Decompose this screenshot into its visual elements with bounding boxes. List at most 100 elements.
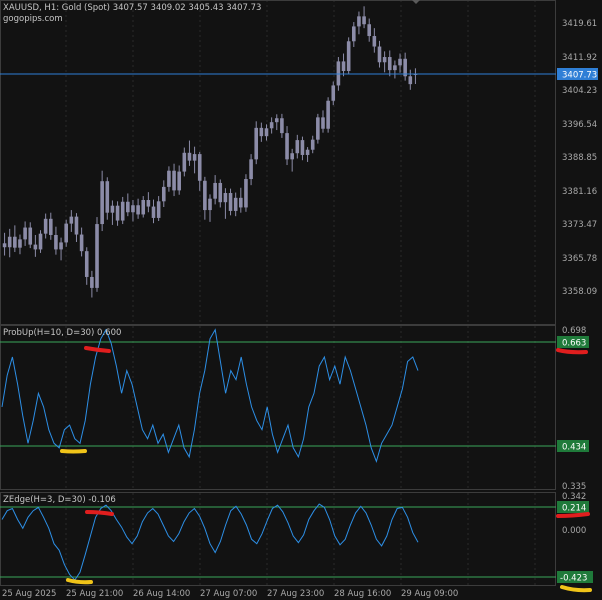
time-tick: 29 Aug 09:00 [401, 589, 458, 599]
candle-body [352, 26, 356, 42]
candle-body [172, 170, 176, 191]
current-price-tag-text: 3407.73 [562, 71, 597, 81]
candle-body [259, 127, 264, 137]
price-axis[interactable]: 3419.61 3411.92 3404.23 3396.54 3388.85 … [557, 19, 598, 297]
zedge-lower-level-tag-text: -0.423 [560, 574, 587, 584]
candle-body [377, 46, 382, 63]
candle-body [218, 182, 223, 203]
candle-body [300, 140, 305, 155]
candle[interactable] [316, 113, 320, 144]
candle-body [357, 16, 361, 27]
time-tick: 27 Aug 23:00 [267, 589, 324, 599]
trading-chart-window[interactable]: XAUUSD, H1: Gold (Spot) 3407.57 3409.02 … [0, 0, 602, 600]
candle-body [64, 223, 68, 243]
candle-body [382, 57, 387, 63]
candle-body [331, 85, 336, 101]
candle-body [254, 127, 259, 160]
candle[interactable] [244, 174, 248, 212]
candle-body [197, 154, 202, 181]
candle-body [120, 201, 125, 221]
time-tick: 25 Aug 21:00 [66, 589, 123, 599]
candle-body [2, 243, 7, 248]
candle-body [233, 197, 238, 211]
candle-body [228, 193, 233, 211]
time-tick: 28 Aug 16:00 [334, 589, 391, 599]
candle-body [316, 117, 320, 140]
price-tick: 3388.85 [562, 153, 597, 163]
candle-body [223, 193, 228, 203]
candle-body [408, 76, 413, 85]
zedge-y-mid: 0.000 [562, 526, 586, 536]
zedge-y-top: 0.342 [562, 492, 586, 502]
price-tick: 3381.16 [562, 187, 597, 197]
candle-body [290, 153, 294, 160]
candle-body [362, 16, 366, 25]
red-annotation-mark [556, 348, 588, 355]
candle-body [167, 170, 171, 187]
candle-body [48, 218, 53, 235]
candle-body [208, 198, 212, 211]
candle[interactable] [326, 97, 330, 133]
candle-body [126, 201, 130, 213]
candle-body [285, 133, 289, 160]
candle-body [28, 227, 33, 245]
candle-body [249, 159, 253, 180]
chart-background [0, 0, 602, 600]
candle-body [18, 239, 22, 248]
price-tick: 3419.61 [562, 19, 597, 29]
price-tick: 3411.92 [562, 53, 597, 63]
candle-body [177, 171, 181, 191]
candle-body [95, 224, 99, 288]
red-annotation-mark [556, 512, 590, 518]
yellow-annotation-mark [60, 449, 87, 454]
candle-body [187, 152, 192, 161]
candle-body [192, 154, 197, 161]
symbol-header: XAUUSD, H1: Gold (Spot) 3407.57 3409.02 … [3, 3, 261, 13]
candle-body [131, 205, 135, 213]
time-tick: 26 Aug 14:00 [133, 589, 190, 599]
candle-body [79, 234, 84, 252]
candle-body [398, 58, 402, 66]
candle-body [13, 236, 17, 248]
candle-body [115, 205, 120, 221]
price-tick: 3365.78 [562, 254, 597, 264]
zedge-upper-level-tag-text: 0.214 [562, 504, 586, 514]
price-tick: 3373.47 [562, 220, 597, 230]
probup-header: ProbUp(H=10, D=30) 0.600 [3, 328, 121, 338]
time-axis[interactable]: 25 Aug 2025 25 Aug 21:00 26 Aug 14:00 27… [2, 589, 458, 599]
zedge-header: ZEdge(H=3, D=30) -0.106 [3, 495, 116, 505]
candle-body [84, 251, 89, 277]
candle[interactable] [95, 217, 99, 292]
candle-body [54, 234, 58, 250]
candle-body [33, 244, 38, 250]
candle-body [161, 186, 166, 202]
candle-body [393, 65, 397, 71]
probup-upper-level-tag-text: 0.663 [562, 339, 586, 349]
candle-body [69, 216, 74, 224]
candle-body [372, 36, 377, 47]
candle-body [23, 227, 27, 240]
candle[interactable] [346, 37, 351, 75]
candle-body [90, 276, 94, 288]
probup-y-top: 0.698 [562, 326, 586, 336]
candle-body [110, 205, 115, 213]
price-tick: 3358.09 [562, 287, 597, 297]
candle-body [321, 117, 325, 129]
yellow-annotation-mark [66, 578, 93, 585]
price-tick: 3404.23 [562, 86, 597, 96]
chart-canvas[interactable]: XAUUSD, H1: Gold (Spot) 3407.57 3409.02 … [0, 0, 602, 600]
candle-body [367, 24, 372, 37]
candle-body [274, 118, 279, 123]
candle-body [336, 61, 341, 86]
candle-body [7, 236, 12, 248]
candle-body [295, 140, 300, 154]
candle-body [346, 41, 351, 72]
candle-body [105, 181, 110, 213]
probup-y-bottom: 0.335 [562, 482, 586, 492]
candle-body [305, 149, 310, 155]
candle-body [141, 200, 146, 215]
candle-body [38, 233, 43, 250]
candle-body [341, 61, 346, 72]
watermark-text: gogopips.com [3, 14, 63, 24]
candle-body [146, 200, 151, 207]
